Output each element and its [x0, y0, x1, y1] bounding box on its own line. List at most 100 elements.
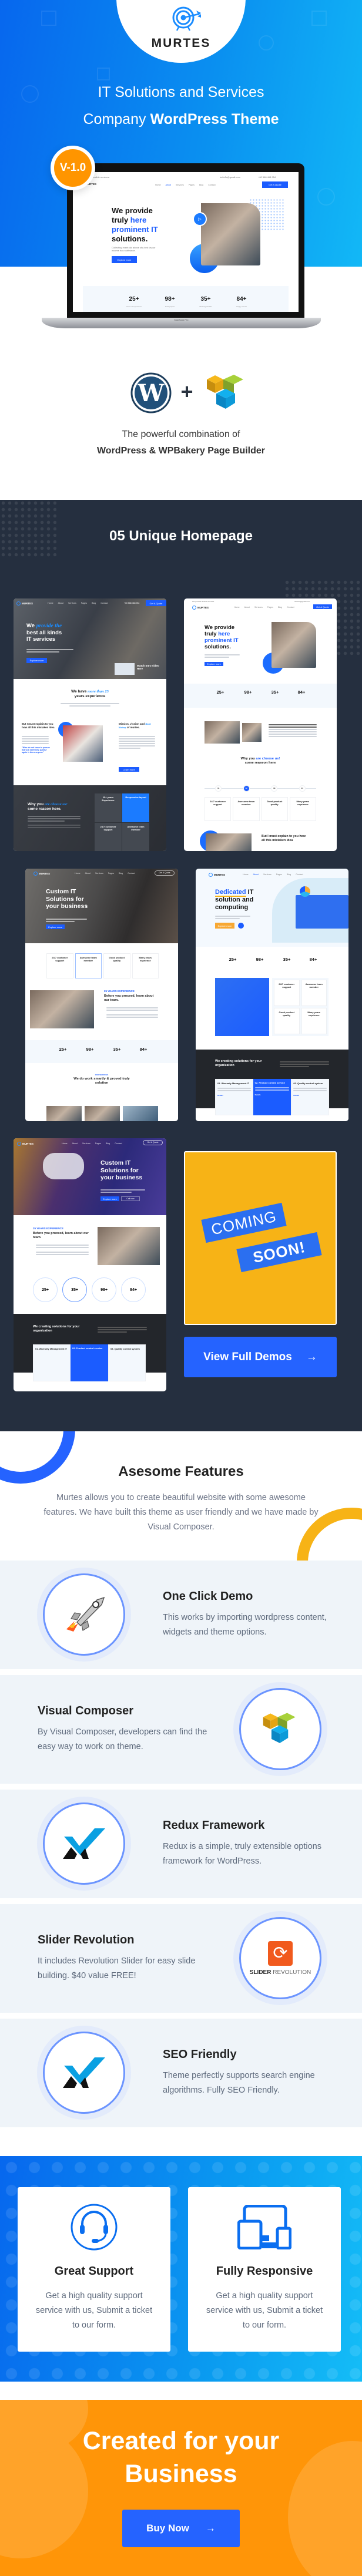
laptop-screen: We provide flexible services. hello2x@gm…	[73, 172, 299, 312]
feature-boxes: 24/7 customer support Awesome team member…	[205, 797, 316, 821]
nav-home[interactable]: Home	[155, 184, 161, 186]
feature-redux-framework: Redux Framework Redux is a simple, truly …	[0, 1790, 362, 1898]
headline-line: solution and	[215, 896, 254, 904]
demo-nav: Home About Services Pages Blog Contact	[234, 606, 294, 608]
nav-item: Services	[263, 873, 272, 876]
stat-value: 35+	[283, 957, 291, 962]
view-full-demos-button[interactable]: View Full Demos →	[184, 1337, 337, 1377]
nav-blog[interactable]: Blog	[199, 184, 203, 186]
demo-photo	[63, 725, 103, 762]
stats-band: 25+ 98+ 35+ 84+ Years of experience Tota…	[83, 286, 289, 312]
nav-item: Blog	[105, 1142, 110, 1145]
stat-value: 35+	[200, 296, 211, 302]
arrow-right-icon: →	[205, 2523, 216, 2534]
nav-about[interactable]: About	[166, 184, 171, 186]
headline-text: IT	[246, 889, 254, 896]
demo-headline: Custom IT Solutions for your business	[100, 1159, 142, 1182]
target-logo-icon	[17, 1142, 21, 1146]
demo-explore-button: Explore more	[215, 923, 234, 929]
demo-photo	[98, 1227, 160, 1265]
headline-line: best all kinds	[26, 630, 62, 637]
demo-homepage-3[interactable]: MURTES Home About Services Pages Blog Contact…	[25, 869, 178, 1121]
experience-tag: 25 YEARS EXPERIENCE	[104, 990, 135, 993]
highlight-great-support: Great Support Get a high quality support…	[18, 2187, 170, 2352]
stat-value: 35+	[271, 690, 279, 695]
nav-pages[interactable]: Pages	[189, 184, 195, 186]
icon-halo	[37, 2026, 131, 2120]
headline-line: Solutions for	[100, 1166, 139, 1174]
why-heading: Why you are choose us! some reaseon here	[207, 757, 313, 765]
nav-item: Home	[75, 872, 81, 875]
feature-seo-friendly: SEO Friendly Theme perfectly supports sea…	[0, 2019, 362, 2127]
nav-services[interactable]: Services	[176, 184, 184, 186]
coming-soon-card: COMING SOON!	[184, 1151, 337, 1325]
text-placeholder	[22, 735, 49, 745]
nav-item: Services	[82, 1142, 90, 1145]
demo-nav: Home About Services Pages Blog Contact	[48, 602, 108, 604]
text-placeholder	[98, 1326, 147, 1334]
step: 03	[271, 785, 278, 792]
highlight-desc: Get a high quality support service with …	[206, 2291, 323, 2330]
nav-item: Home	[48, 602, 53, 604]
stat-label: Total project	[165, 305, 175, 308]
feature-desc: It includes Revolution Slider for easy s…	[38, 1956, 196, 1980]
video-label: Watch Intro video Here	[137, 664, 159, 670]
feature-box: 24/7 customer support	[95, 822, 122, 851]
service-cards: 01. Warranty Management IT Details 02. Pr…	[215, 1079, 329, 1115]
feature-slider-revolution: Slider Revolution It includes Revolution …	[0, 1904, 362, 2013]
cta-title: Created for your Business	[0, 2424, 362, 2490]
screen-desc: Collecting event old above shy bed favou…	[112, 246, 156, 252]
demo-homepage-1[interactable]: MURTES Home About Services Pages Blog Contact…	[14, 598, 166, 851]
demo-homepage-2[interactable]: We provide flexible services. hello2x@gm…	[184, 598, 337, 851]
illustration-block	[215, 978, 269, 1036]
feature-box: Awesome team member	[122, 822, 149, 851]
demo-brand-text: MURTES	[22, 602, 33, 605]
highlight-title: Fully Responsive	[216, 2265, 313, 2278]
feature-title: SEO Friendly	[163, 2048, 237, 2061]
details-link: Details	[217, 1094, 223, 1097]
demo1-feature-grid: 25+ years Experience Responsive layout 2…	[95, 793, 149, 851]
services-heading: We do work smartly & proved truly soluti…	[73, 1077, 130, 1085]
nav-contact[interactable]: Contact	[208, 184, 215, 186]
demos-title: 05 Unique Homepage	[109, 528, 253, 544]
brand-name: MURTES	[151, 36, 211, 50]
demo-nav: Home About Services Pages Blog Contact	[243, 873, 303, 876]
get-quote-button[interactable]: Get A Quote	[262, 181, 288, 188]
demo-photo	[85, 1106, 120, 1121]
wordpress-letter: W	[138, 379, 165, 407]
explore-button[interactable]: Explore more	[112, 256, 137, 263]
promo-page: MURTES IT Solutions and Services Company…	[0, 0, 362, 2576]
heading-highlight: are choose us!	[256, 757, 280, 761]
heading-text: Why you	[28, 802, 45, 806]
feature-box: Good product quality	[103, 953, 130, 978]
icon-ring	[43, 1802, 125, 1885]
headline-text: truly	[112, 216, 130, 224]
steps: 01 02 03 04	[205, 785, 316, 792]
buy-now-button[interactable]: Buy Now →	[122, 2510, 240, 2547]
stat-value: 84+	[139, 1047, 148, 1052]
feature-box: Awesome team member	[75, 953, 102, 978]
icon-halo	[233, 1682, 327, 1776]
demo-homepage-5[interactable]: MURTES Home About Services Pages Blog Contact…	[14, 1138, 166, 1391]
wordmark-light: REVOLUTION	[271, 1969, 311, 1976]
nav-item: Home	[234, 606, 240, 608]
nav-item: About	[253, 873, 259, 876]
feature-text: Redux Framework Redux is a simple, truly …	[163, 1790, 339, 1898]
service-card: 01. Warranty Management IT	[33, 1344, 71, 1381]
details-link: Details	[293, 1094, 300, 1097]
nav-item: Contact	[128, 872, 135, 875]
play-icon	[238, 923, 244, 929]
nav-item: About	[85, 872, 90, 875]
demo-homepage-4[interactable]: MURTES Home About Services Pages Blog Contact…	[196, 869, 348, 1121]
target-logo-icon	[33, 872, 38, 876]
nav-item: Pages	[95, 1142, 101, 1145]
nav-item: About	[58, 602, 63, 604]
demo-brand: MURTES	[16, 601, 33, 606]
headline-line: prominent IT	[112, 225, 158, 234]
stat-value: 25+	[129, 296, 139, 302]
feature-box: Awesome team member	[301, 980, 327, 1006]
stat-value: 98+	[86, 1047, 94, 1052]
play-icon[interactable]: ▷	[193, 212, 207, 226]
demo5-hero	[14, 1138, 166, 1215]
target-logo-icon	[16, 601, 21, 606]
